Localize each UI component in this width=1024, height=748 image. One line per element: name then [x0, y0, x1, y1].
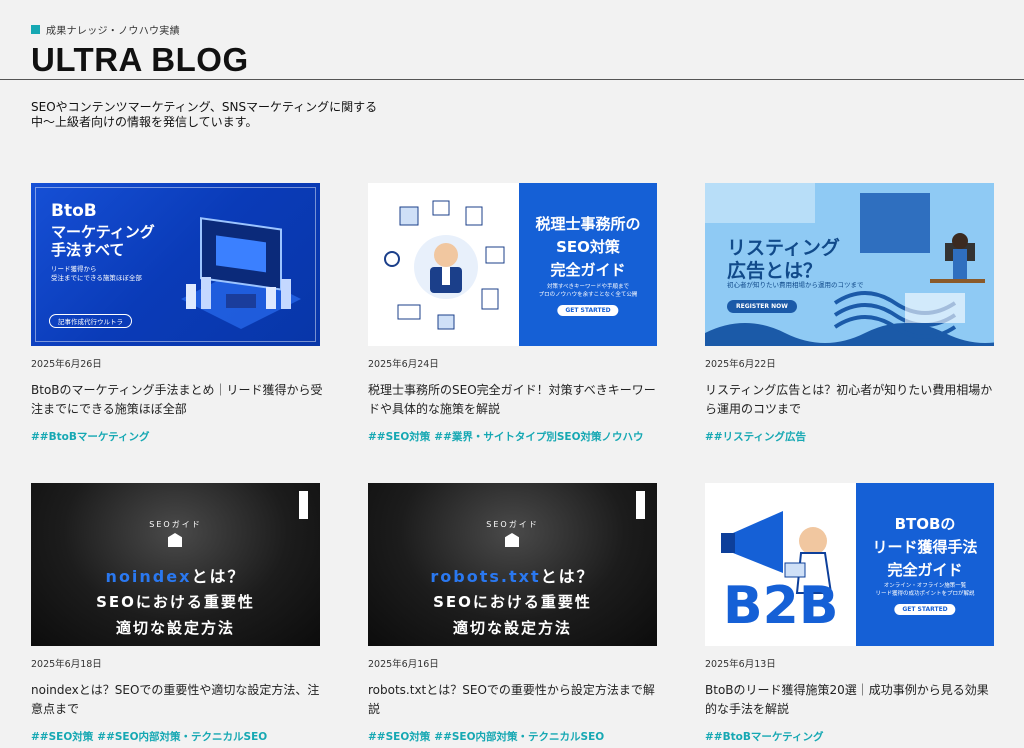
thumb-line-1: 税理士事務所の [535, 215, 641, 233]
thumb-sub-2: プロのノウハウを余すことなく全て公開 [538, 292, 638, 298]
tag-link[interactable]: ##SEO内部対策・テクニカルSEO [97, 731, 267, 743]
article-title-link[interactable]: robots.txtとは？SEOでの重要性から設定方法まで解説 [368, 681, 660, 719]
accent-square-icon [31, 25, 40, 34]
intro-line-2: 中〜上級者向けの情報を発信しています。 [31, 115, 258, 129]
thumb-line-2: リード獲得手法 [872, 538, 978, 556]
article-tags: ##SEO対策 ##SEO内部対策・テクニカルSEO [31, 729, 321, 744]
article-card-4[interactable]: SEOガイド noindexとは？ SEOにおける重要性 適切な設定方法 202… [31, 483, 321, 744]
thumb-sub-1: 対策すべきキーワードや手順まで [546, 284, 630, 290]
article-tags: ##SEO対策 ##業界・サイトタイプ別SEO対策ノウハウ [368, 429, 658, 444]
article-thumbnail[interactable]: 税理士事務所の SEO対策 完全ガイド 対策すべきキーワードや手順まで プロのノ… [368, 183, 657, 346]
article-date: 2025年6月24日 [368, 359, 439, 370]
thumb-line-3: 手法すべて [51, 241, 125, 259]
bookmark-icon [505, 533, 519, 547]
article-tags: ##リスティング広告 [705, 429, 995, 444]
thumb-keyword: robots.txt [430, 567, 541, 586]
header-divider [0, 79, 1024, 80]
intro-line-1: SEOやコンテンツマーケティング、SNSマーケティングに関する [31, 100, 378, 114]
article-card-2[interactable]: 税理士事務所の SEO対策 完全ガイド 対策すべきキーワードや手順まで プロのノ… [368, 183, 658, 444]
tag-link[interactable]: ##SEO対策 [368, 731, 430, 743]
thumb-eyebrow: SEOガイド [149, 520, 202, 529]
thumb-sub-2: リード獲得の成功ポイントをプロが解説 [875, 591, 975, 597]
thumb-sub-1: オンライン・オフライン施策一覧 [883, 583, 967, 589]
intro-text: SEOやコンテンツマーケティング、SNSマーケティングに関する 中〜上級者向けの… [31, 100, 377, 130]
article-date: 2025年6月26日 [31, 359, 102, 370]
article-title-link[interactable]: BtoBのリード獲得施策20選｜成功事例から見る効果的な手法を解説 [705, 681, 997, 719]
eyebrow: 成果ナレッジ・ノウハウ実績 [31, 22, 249, 37]
thumb-sub-1: 初心者が知りたい費用相場から運用のコツまで [727, 281, 864, 289]
tag-link[interactable]: ##SEO内部対策・テクニカルSEO [434, 731, 604, 743]
tag-link[interactable]: ##BtoBマーケティング [31, 431, 150, 443]
thumb-cta: GET STARTED [894, 604, 956, 615]
thumb-keyword-suffix: とは？ [540, 567, 595, 586]
thumb-cta: REGISTER NOW [727, 300, 797, 313]
thumb-side-tab [636, 491, 645, 519]
tag-link[interactable]: ##BtoBマーケティング [705, 731, 824, 743]
article-tags: ##BtoBマーケティング [31, 429, 321, 444]
thumb-line-1: robots.txtとは？ [368, 563, 657, 587]
thumb-line-1: BTOBの [894, 515, 956, 533]
article-thumbnail[interactable]: SEOガイド robots.txtとは？ SEOにおける重要性 適切な設定方法 [368, 483, 657, 646]
thumbnail-blue-panel: 税理士事務所の SEO対策 完全ガイド 対策すべきキーワードや手順まで プロのノ… [519, 183, 657, 346]
thumb-sub-2: 受注までにできる施策ほぼ全部 [51, 274, 142, 282]
b2b-graphic-text: B2B [723, 576, 838, 636]
thumb-keyword-suffix: とは？ [191, 567, 246, 586]
thumb-eyebrow: SEOガイド [486, 520, 539, 529]
megaphone-illustration-icon: B2B [721, 511, 838, 636]
article-tags: ##BtoBマーケティング [705, 729, 995, 744]
thumb-brand-pill: 記事作成代行ウルトラ [49, 314, 132, 328]
article-card-1[interactable]: BtoB マーケティング 手法すべて リード獲得から 受注までにできる施策ほぼ全… [31, 183, 323, 444]
blog-page: 成果ナレッジ・ノウハウ実績 ULTRA BLOG SEOやコンテンツマーケティン… [0, 0, 1024, 748]
thumb-cta: GET STARTED [557, 305, 619, 316]
article-thumbnail[interactable]: B2B BTOBの リード獲得手法 完全ガイド オンライン・オフライン施策一覧 … [705, 483, 994, 646]
thumbnail-blue-panel: BTOBの リード獲得手法 完全ガイド オンライン・オフライン施策一覧 リード獲… [856, 483, 994, 646]
article-title-link[interactable]: リスティング広告とは？初心者が知りたい費用相場から運用のコツまで [705, 381, 997, 419]
thumb-line-2: SEO対策 [556, 238, 620, 256]
thumb-keyword: noindex [105, 567, 192, 586]
article-thumbnail[interactable]: SEOガイド noindexとは？ SEOにおける重要性 適切な設定方法 [31, 483, 320, 646]
article-tags: ##SEO対策 ##SEO内部対策・テクニカルSEO [368, 729, 658, 744]
article-card-5[interactable]: SEOガイド robots.txtとは？ SEOにおける重要性 適切な設定方法 … [368, 483, 658, 744]
thumb-line-1: noindexとは？ [31, 563, 320, 587]
thumb-line-3: 適切な設定方法 [115, 619, 235, 637]
thumb-line-3: 完全ガイド [550, 261, 626, 279]
thumb-line-2: SEOにおける重要性 [96, 593, 255, 611]
page-title: ULTRA BLOG [31, 41, 249, 78]
article-thumbnail[interactable]: BtoB マーケティング 手法すべて リード獲得から 受注までにできる施策ほぼ全… [31, 183, 320, 346]
thumb-line-3: 完全ガイド [887, 561, 963, 579]
article-card-3[interactable]: リスティング 広告とは？ 初心者が知りたい費用相場から運用のコツまで REGIS… [705, 183, 995, 444]
eyebrow-text: 成果ナレッジ・ノウハウ実績 [46, 26, 180, 37]
tag-link[interactable]: ##業界・サイトタイプ別SEO対策ノウハウ [434, 431, 643, 443]
bookmark-icon [168, 533, 182, 547]
tag-link[interactable]: ##SEO対策 [368, 431, 430, 443]
article-title-link[interactable]: BtoBのマーケティング手法まとめ｜リード獲得から受注までにできる施策ほぼ全部 [31, 381, 323, 419]
office-illustration-icon [384, 200, 505, 330]
tag-link[interactable]: ##SEO対策 [31, 731, 93, 743]
article-date: 2025年6月13日 [705, 659, 776, 670]
article-card-6[interactable]: B2B BTOBの リード獲得手法 完全ガイド オンライン・オフライン施策一覧 … [705, 483, 995, 744]
thumb-side-tab [299, 491, 308, 519]
thumb-line-1: BtoB [51, 201, 97, 221]
article-date: 2025年6月18日 [31, 659, 102, 670]
thumb-line-2: SEOにおける重要性 [433, 593, 592, 611]
article-title-link[interactable]: 税理士事務所のSEO完全ガイド！対策すべきキーワードや具体的な施策を解説 [368, 381, 660, 419]
article-title-link[interactable]: noindexとは？SEOでの重要性や適切な設定方法、注意点まで [31, 681, 323, 719]
isometric-illustration-icon [181, 217, 301, 329]
article-date: 2025年6月16日 [368, 659, 439, 670]
article-date: 2025年6月22日 [705, 359, 776, 370]
tag-link[interactable]: ##リスティング広告 [705, 431, 806, 443]
blog-header: 成果ナレッジ・ノウハウ実績 ULTRA BLOG [31, 22, 249, 76]
thumb-line-3: 適切な設定方法 [452, 619, 572, 637]
article-thumbnail[interactable]: リスティング 広告とは？ 初心者が知りたい費用相場から運用のコツまで REGIS… [705, 183, 994, 346]
